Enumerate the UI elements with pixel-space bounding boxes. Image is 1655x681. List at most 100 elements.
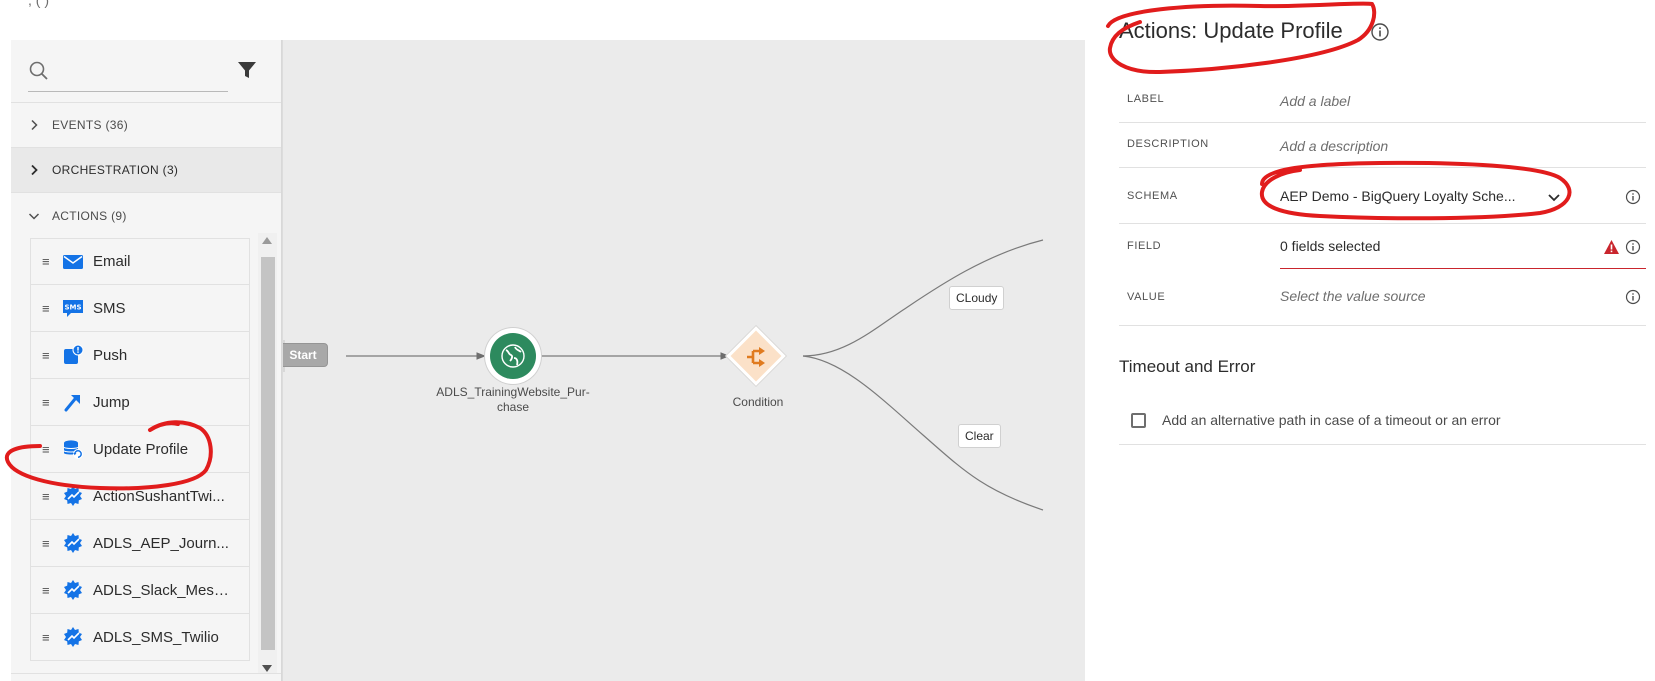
alt-path-checkbox[interactable] [1131, 413, 1146, 428]
palette-group-label: ACTIONS (9) [52, 208, 127, 223]
palette-group-orchestration[interactable]: ORCHESTRATION (3) [11, 148, 281, 193]
action-item-jump[interactable]: ≡ Jump [30, 379, 250, 426]
action-item-custom-3[interactable]: ≡ ADLS_Slack_Mess... [30, 567, 250, 614]
jump-icon [64, 395, 80, 412]
search-input[interactable] [28, 91, 228, 92]
chevron-right-icon [31, 164, 38, 176]
event-node-circle [490, 333, 536, 379]
action-item-email[interactable]: ≡ Email [30, 238, 250, 285]
palette-scrollbar[interactable] [258, 233, 277, 681]
action-item-label: SMS [93, 299, 126, 317]
event-node-label-line2: chase [496, 400, 530, 414]
condition-split-icon [747, 347, 765, 367]
palette-group-actions[interactable]: ACTIONS (9) [11, 193, 281, 238]
journey-canvas[interactable]: Start ADLS_TrainingWebsite_Pur- chase Co… [282, 40, 1085, 681]
property-key: DESCRIPTION [1127, 138, 1209, 150]
action-item-label: Jump [93, 393, 130, 411]
panel-title: Actions: Update Profile [1119, 18, 1343, 43]
field-picker[interactable]: 0 fields selected [1280, 238, 1380, 254]
custom-action-icon [64, 580, 82, 600]
scroll-down-arrow-icon[interactable] [262, 665, 272, 672]
drag-handle-icon[interactable]: ≡ [42, 302, 52, 315]
drag-handle-icon[interactable]: ≡ [42, 631, 52, 644]
chevron-down-icon [28, 212, 40, 220]
palette-search-row [11, 40, 281, 103]
alert-icon [1604, 240, 1619, 254]
alt-path-option: Add an alternative path in case of a tim… [1119, 400, 1646, 445]
action-item-label: Update Profile [93, 440, 189, 458]
property-row-value: VALUE Select the value source [1119, 269, 1646, 326]
schema-dropdown[interactable]: AEP Demo - BigQuery Loyalty Sche... [1280, 188, 1516, 204]
action-item-label: ADLS_AEP_Journ... [93, 534, 229, 552]
action-list: ≡ Email ≡ SMS SMS ≡ Push ≡ Jump ≡ Update… [30, 238, 250, 661]
section-heading-timeout: Timeout and Error [1119, 357, 1256, 376]
property-row-schema: SCHEMA AEP Demo - BigQuery Loyalty Sche.… [1119, 168, 1646, 224]
search-icon[interactable] [28, 60, 50, 82]
palette-group-cutoff [11, 673, 281, 681]
description-input[interactable]: Add a description [1280, 138, 1388, 154]
property-row-field: FIELD 0 fields selected [1119, 224, 1646, 269]
custom-action-icon [64, 486, 82, 506]
property-key: FIELD [1127, 240, 1162, 252]
path-label-clear[interactable]: Clear [958, 424, 1001, 448]
drag-handle-icon[interactable]: ≡ [42, 490, 52, 503]
palette-group-label: EVENTS (36) [52, 118, 128, 132]
drag-handle-icon[interactable]: ≡ [42, 255, 52, 268]
path-label-cloudy[interactable]: CLoudy [949, 286, 1005, 310]
action-item-label: Push [93, 346, 128, 364]
action-item-update-profile[interactable]: ≡ Update Profile [30, 426, 250, 473]
action-item-sms[interactable]: ≡ SMS SMS [30, 285, 250, 332]
info-icon[interactable] [1625, 189, 1641, 205]
scroll-up-arrow-icon[interactable] [262, 237, 272, 244]
property-row-label: LABEL Add a label [1119, 79, 1646, 123]
update-profile-icon [63, 440, 83, 459]
email-icon [63, 254, 83, 269]
activity-palette: EVENTS (36) ORCHESTRATION (3) ACTIONS (9… [11, 40, 282, 681]
custom-action-icon [64, 627, 82, 647]
action-item-custom-4[interactable]: ≡ ADLS_SMS_Twilio [30, 614, 250, 661]
action-item-label: ActionSushantTwi... [93, 487, 225, 505]
connector-clear-branch [802, 355, 1044, 511]
drag-handle-icon[interactable]: ≡ [42, 396, 52, 409]
action-item-custom-2[interactable]: ≡ ADLS_AEP_Journ... [30, 520, 250, 567]
event-node[interactable] [485, 328, 541, 384]
push-icon [64, 344, 84, 364]
sms-icon: SMS [63, 300, 83, 317]
drag-handle-icon[interactable]: ≡ [42, 584, 52, 597]
header-text-cutoff: , ( ) [28, 0, 49, 8]
info-icon[interactable] [1625, 289, 1641, 305]
scrollbar-thumb[interactable] [261, 257, 275, 650]
property-row-description: DESCRIPTION Add a description [1119, 123, 1646, 168]
start-node[interactable]: Start [283, 343, 328, 367]
info-icon[interactable] [1625, 239, 1641, 255]
drag-handle-icon[interactable]: ≡ [42, 443, 52, 456]
action-item-push[interactable]: ≡ Push [30, 332, 250, 379]
drag-handle-icon[interactable]: ≡ [42, 537, 52, 550]
property-key: SCHEMA [1127, 190, 1178, 202]
alt-path-label[interactable]: Add an alternative path in case of a tim… [1162, 412, 1501, 428]
connector-cloudy-branch [802, 239, 1044, 357]
properties-panel: Actions: Update Profile LABEL Add a labe… [1085, 0, 1655, 681]
action-item-label: Email [93, 253, 131, 270]
event-node-label: ADLS_TrainingWebsite_Pur- chase [423, 385, 603, 415]
svg-text:SMS: SMS [64, 304, 81, 312]
action-item-label: ADLS_SMS_Twilio [93, 628, 219, 646]
path-label-text: Clear [965, 429, 994, 443]
condition-node-label: Condition [732, 395, 784, 409]
chevron-right-icon [31, 119, 38, 131]
label-input[interactable]: Add a label [1280, 93, 1350, 109]
value-source-picker[interactable]: Select the value source [1280, 288, 1426, 304]
drag-handle-icon[interactable]: ≡ [42, 349, 52, 362]
custom-action-icon [64, 533, 82, 553]
filter-icon[interactable] [235, 58, 259, 82]
chevron-down-icon[interactable] [1547, 193, 1561, 203]
top-header-strip: , ( ) [0, 0, 1085, 17]
property-key: VALUE [1127, 291, 1166, 303]
palette-group-events[interactable]: EVENTS (36) [11, 103, 281, 148]
path-label-text: CLoudy [956, 291, 998, 305]
event-node-label-line1: ADLS_TrainingWebsite_Pur- [436, 385, 590, 399]
action-item-custom-1[interactable]: ≡ ActionSushantTwi... [30, 473, 250, 520]
info-icon[interactable] [1370, 22, 1390, 42]
action-item-label: ADLS_Slack_Mess... [93, 581, 233, 599]
palette-group-label: ORCHESTRATION (3) [52, 163, 179, 177]
